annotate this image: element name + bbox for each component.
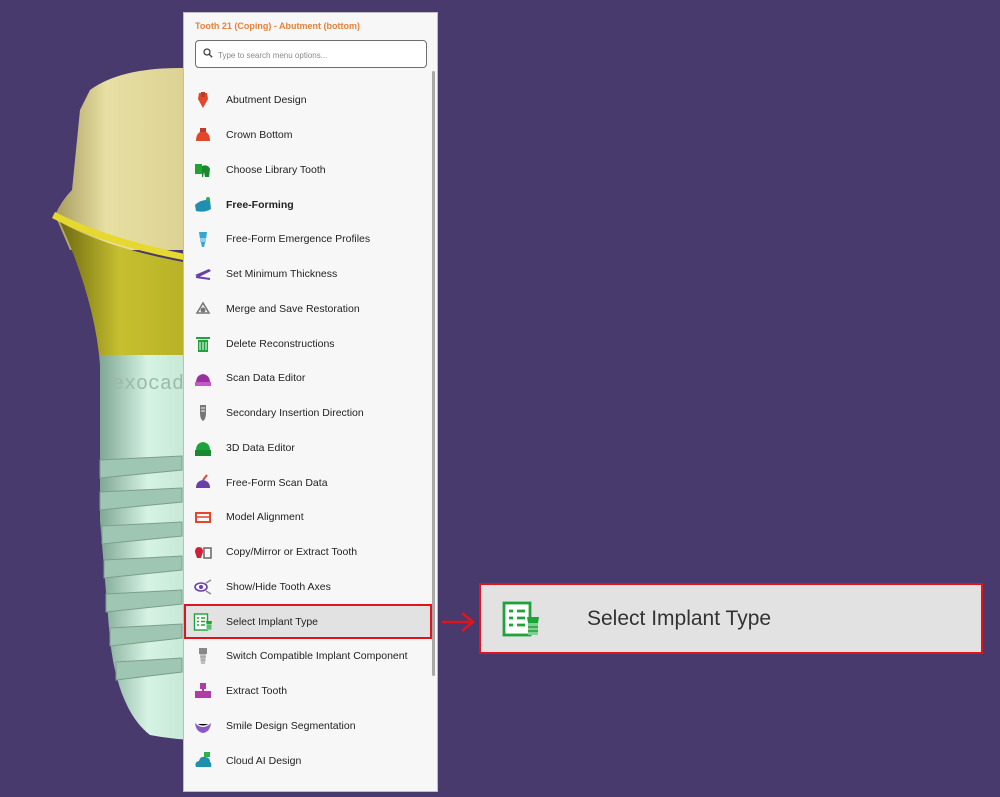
abutment-design-icon	[198, 92, 208, 109]
crown-bottom-icon	[196, 128, 210, 142]
menu-item-label: Free-Form Scan Data	[226, 476, 328, 489]
cloud-ai-icon	[195, 751, 212, 767]
tooth-axes-icon	[194, 579, 212, 595]
menu-item-label: Smile Design Segmentation	[226, 719, 356, 732]
menu-item-extract-tooth[interactable]: Extract Tooth	[184, 674, 432, 709]
menu-item-3d-data-editor[interactable]: 3D Data Editor	[184, 431, 432, 466]
implant-type-icon	[193, 612, 212, 631]
scan-data-editor-icon	[195, 374, 211, 387]
search-input[interactable]	[216, 45, 425, 65]
menu-scrollbar[interactable]	[432, 71, 435, 676]
menu-item-label: 3D Data Editor	[226, 441, 295, 454]
menu-item-model-alignment[interactable]: Model Alignment	[184, 500, 432, 535]
menu-item-cloud-ai-design[interactable]: Cloud AI Design	[184, 743, 432, 778]
menu-item-free-forming[interactable]: Free-Forming	[184, 187, 432, 222]
menu-item-smile-design-segmentation[interactable]: Smile Design Segmentation	[184, 709, 432, 744]
context-menu: Tooth 21 (Coping) - Abutment (bottom) Ab…	[183, 12, 438, 792]
smile-design-icon	[195, 722, 211, 733]
implant-3d-view: exocad	[52, 68, 260, 740]
menu-item-label: Delete Reconstructions	[226, 337, 335, 350]
menu-item-switch-compatible-implant-component[interactable]: Switch Compatible Implant Component	[184, 639, 432, 674]
menu-item-secondary-insertion-direction[interactable]: Secondary Insertion Direction	[184, 396, 432, 431]
insertion-direction-icon	[200, 405, 206, 422]
search-box[interactable]	[195, 40, 427, 68]
exocad-engraving: exocad	[112, 373, 184, 396]
model-alignment-icon	[195, 512, 211, 524]
trash-icon	[196, 336, 210, 352]
menu-item-choose-library-tooth[interactable]: Choose Library Tooth	[184, 153, 432, 188]
menu-item-free-form-emergence-profiles[interactable]: Free-Form Emergence Profiles	[184, 222, 432, 257]
menu-item-crown-bottom[interactable]: Crown Bottom	[184, 118, 432, 153]
menu-item-label: Scan Data Editor	[226, 372, 306, 385]
emergence-profiles-icon	[199, 232, 207, 248]
merge-save-icon	[195, 301, 211, 314]
search-icon	[203, 48, 213, 58]
menu-item-delete-reconstructions[interactable]: Delete Reconstructions	[184, 326, 432, 361]
menu-item-select-implant-type[interactable]: Select Implant Type	[184, 604, 432, 639]
zoomed-label: Select Implant Type	[587, 606, 772, 630]
menu-item-show-hide-tooth-axes[interactable]: Show/Hide Tooth Axes	[184, 570, 432, 605]
library-tooth-icon	[195, 163, 210, 177]
menu-item-label: Cloud AI Design	[226, 754, 302, 767]
menu-item-label: Secondary Insertion Direction	[226, 407, 364, 420]
minimum-thickness-icon	[195, 269, 211, 281]
menu-item-label: Show/Hide Tooth Axes	[226, 580, 331, 593]
menu-item-label: Copy/Mirror or Extract Tooth	[226, 546, 358, 559]
menu-item-label: Select Implant Type	[226, 615, 319, 628]
extract-tooth-icon	[195, 683, 211, 699]
menu-item-label: Crown Bottom	[226, 129, 293, 142]
3d-data-editor-icon	[195, 441, 211, 456]
free-form-scan-icon	[196, 474, 210, 488]
implant-component-icon	[199, 648, 207, 665]
menu-item-label: Model Alignment	[226, 511, 304, 524]
zoomed-select-implant-type: Select Implant Type	[479, 583, 983, 654]
menu-item-set-minimum-thickness[interactable]: Set Minimum Thickness	[184, 257, 432, 292]
menu-item-free-form-scan-data[interactable]: Free-Form Scan Data	[184, 465, 432, 500]
menu-item-label: Set Minimum Thickness	[226, 268, 338, 281]
menu-item-label: Free-Forming	[226, 198, 294, 211]
menu-item-scan-data-editor[interactable]: Scan Data Editor	[184, 361, 432, 396]
menu-item-label: Free-Form Emergence Profiles	[226, 233, 371, 246]
free-forming-icon	[195, 196, 211, 212]
menu-item-label: Switch Compatible Implant Component	[226, 650, 408, 663]
menu-item-copy-mirror-or-extract-tooth[interactable]: Copy/Mirror or Extract Tooth	[184, 535, 432, 570]
menu-item-abutment-design[interactable]: Abutment Design	[184, 83, 432, 118]
menu-item-label: Merge and Save Restoration	[226, 302, 360, 315]
arrow-icon	[442, 612, 475, 632]
menu-item-label: Extract Tooth	[226, 685, 288, 698]
menu-item-label: Abutment Design	[226, 94, 307, 107]
menu-item-label: Choose Library Tooth	[226, 163, 326, 176]
copy-mirror-icon	[195, 547, 212, 559]
menu-title: Tooth 21 (Coping) - Abutment (bottom)	[195, 21, 360, 31]
menu-items: Abutment Design Crown Bottom Choose Librar…	[184, 83, 432, 778]
implant-type-icon	[502, 601, 539, 636]
menu-item-merge-and-save-restoration[interactable]: Merge and Save Restoration	[184, 292, 432, 327]
